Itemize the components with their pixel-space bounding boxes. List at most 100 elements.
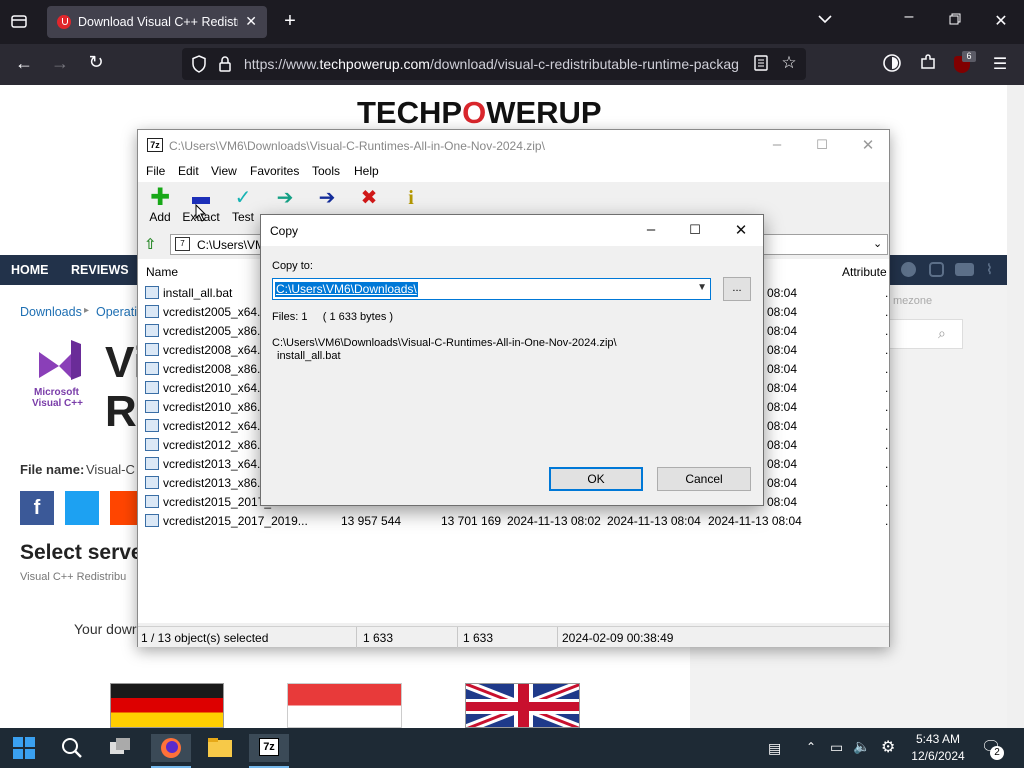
file-packed: 13 701 169	[441, 514, 502, 528]
window-restore-icon[interactable]	[944, 12, 966, 30]
window-minimize-icon[interactable]: –	[898, 8, 920, 26]
search-icon[interactable]: ⌕	[938, 325, 946, 342]
discord-icon[interactable]	[901, 262, 916, 277]
file-accessed: 08:04	[767, 476, 798, 490]
germany-flag-icon[interactable]	[110, 683, 224, 728]
page-scrollbar[interactable]	[1007, 85, 1024, 728]
sevenzip-maximize-icon[interactable]: ☐	[811, 137, 833, 153]
settings-gear-icon[interactable]: ⚙	[881, 737, 895, 757]
indonesia-flag-icon[interactable]	[287, 683, 402, 728]
menu-edit[interactable]: Edit	[178, 164, 199, 178]
new-tab-icon[interactable]: +	[279, 10, 301, 33]
network-icon[interactable]: ▭	[830, 739, 843, 756]
firefox-taskbar-icon[interactable]	[151, 734, 191, 762]
url-bar[interactable]: https://www.techpowerup.com/download/vis…	[182, 48, 806, 80]
tab-overview-icon[interactable]	[8, 12, 30, 35]
toolbar-add-button[interactable]: ✚ Add	[138, 186, 182, 225]
search-taskbar-icon[interactable]	[52, 734, 92, 762]
column-name-header[interactable]: Name	[146, 259, 178, 283]
hamburger-menu-icon[interactable]: ☰	[989, 54, 1011, 74]
lock-icon[interactable]	[216, 55, 234, 78]
account-icon[interactable]	[881, 53, 903, 78]
site-logo[interactable]: TECHPOWERUP	[357, 95, 602, 131]
file-name: vcredist2015_2017_2019...	[163, 514, 308, 528]
clock-date[interactable]: 12/6/2024	[906, 749, 970, 763]
file-row[interactable]: vcredist2015_2017_2019... 13 957 544 13 70…	[138, 511, 889, 530]
toolbar-move-button[interactable]: ➔	[305, 186, 349, 210]
menu-favorites[interactable]: Favorites	[250, 164, 299, 178]
file-accessed: 08:04	[767, 419, 798, 433]
toolbar-delete-button[interactable]: ✖	[347, 186, 391, 210]
dialog-minimize-icon[interactable]: –	[640, 221, 662, 238]
copy-to-combobox[interactable]: C:\Users\VM6\Downloads\ ▼	[272, 278, 711, 300]
address-dropdown-icon[interactable]: ⌄	[873, 237, 882, 250]
file-name-value: Visual-C	[86, 462, 135, 477]
product-logo-line1: Microsoft	[34, 387, 79, 398]
tab-close-icon[interactable]: ✕	[245, 13, 257, 30]
sevenzip-titlebar[interactable]: 7z C:\Users\VM6\Downloads\Visual-C-Runti…	[138, 130, 889, 160]
menu-help[interactable]: Help	[354, 164, 379, 178]
source-file: install_all.bat	[277, 350, 341, 362]
task-view-icon[interactable]	[100, 734, 140, 762]
menu-tools[interactable]: Tools	[312, 164, 340, 178]
volume-muted-icon[interactable]: 🔈	[853, 738, 870, 755]
file-attribute-mark: .	[885, 514, 889, 528]
folder-up-icon[interactable]: ⇧	[144, 235, 160, 253]
toolbar-info-button[interactable]: i	[389, 186, 433, 210]
reader-view-icon[interactable]	[752, 55, 770, 76]
combobox-chevron-down-icon[interactable]: ▼	[697, 282, 707, 293]
back-arrow-icon[interactable]: ←	[13, 53, 35, 74]
clock-time[interactable]: 5:43 AM	[906, 732, 970, 746]
extensions-puzzle-icon[interactable]	[917, 53, 939, 76]
cancel-button[interactable]: Cancel	[657, 467, 751, 491]
forward-arrow-icon[interactable]: →	[49, 53, 71, 74]
news-widget-icon[interactable]: ▤	[768, 740, 781, 757]
dialog-close-icon[interactable]: ✕	[730, 221, 752, 239]
toolbar-test-button[interactable]: ✓ Test	[221, 186, 265, 224]
browse-button[interactable]: ...	[723, 277, 751, 301]
file-name: vcredist2005_x86.ex	[163, 324, 274, 338]
reload-icon[interactable]: ↻	[85, 52, 107, 73]
toolbar-copy-button[interactable]: ➔	[263, 186, 307, 210]
file-icon	[145, 286, 159, 299]
file-icon	[145, 362, 159, 375]
youtube-icon[interactable]	[955, 263, 974, 276]
breadcrumb-operating[interactable]: Operati	[96, 305, 137, 319]
reddit-share-button[interactable]	[110, 491, 137, 525]
file-explorer-icon[interactable]	[200, 734, 240, 762]
dialog-maximize-icon[interactable]: ☐	[684, 222, 706, 238]
file-accessed: 08:04	[767, 381, 798, 395]
ok-button[interactable]: OK	[549, 467, 643, 491]
nav-reviews[interactable]: REVIEWS	[71, 263, 129, 277]
tray-chevron-up-icon[interactable]: ⌃	[806, 740, 816, 754]
sevenzip-close-icon[interactable]: ✕	[857, 136, 879, 154]
file-name: vcredist2005_x64.ex	[163, 305, 274, 319]
copy-dialog-titlebar[interactable]: Copy – ☐ ✕	[261, 215, 763, 246]
sevenzip-taskbar-icon[interactable]: 7z	[249, 734, 289, 762]
twitter-share-button[interactable]	[65, 491, 99, 525]
info-icon: i	[408, 187, 414, 209]
rss-icon[interactable]: ⌇	[986, 261, 993, 278]
file-attribute-mark: .	[885, 286, 889, 300]
tab-list-chevron-icon[interactable]	[814, 12, 836, 27]
menu-file[interactable]: File	[146, 164, 165, 178]
file-name: vcredist2008_x64.ex	[163, 343, 274, 357]
uk-flag-icon[interactable]	[465, 683, 580, 728]
window-close-icon[interactable]: ✕	[990, 11, 1012, 31]
tracking-shield-icon[interactable]	[190, 55, 208, 78]
browser-nav-bar: ← → ↻ https://www.techpowerup.com/downlo…	[0, 44, 1024, 85]
file-accessed: 2024-11-13 08:04	[708, 514, 802, 528]
breadcrumb-downloads[interactable]: Downloads	[20, 305, 82, 319]
sidebar-search-box[interactable]: ⌕	[885, 319, 963, 349]
file-icon	[145, 324, 159, 337]
column-attributes-header[interactable]: Attribute	[842, 259, 887, 283]
nav-home[interactable]: HOME	[11, 263, 49, 277]
start-windows-icon[interactable]	[4, 734, 44, 762]
bookmark-star-icon[interactable]: ☆	[779, 53, 799, 73]
sevenzip-minimize-icon[interactable]: –	[766, 136, 788, 153]
instagram-icon[interactable]	[929, 262, 944, 277]
menu-view[interactable]: View	[211, 164, 237, 178]
facebook-share-button[interactable]: f	[20, 491, 54, 525]
browser-tab-active[interactable]: Download Visual C++ Redistrib ✕	[47, 6, 267, 38]
url-text[interactable]: https://www.techpowerup.com/download/vis…	[244, 56, 744, 72]
